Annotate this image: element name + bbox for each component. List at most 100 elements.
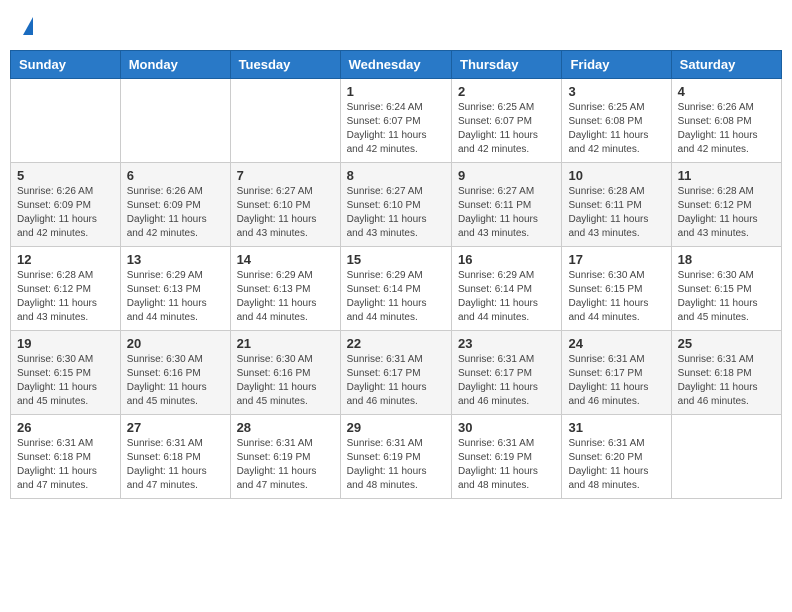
day-number: 19 xyxy=(17,336,114,351)
day-info: Sunrise: 6:30 AM Sunset: 6:15 PM Dayligh… xyxy=(17,353,114,409)
weekday-header-friday: Friday xyxy=(562,51,671,79)
day-info: Sunrise: 6:30 AM Sunset: 6:16 PM Dayligh… xyxy=(127,353,224,409)
day-number: 8 xyxy=(347,168,445,183)
calendar-day-cell: 26Sunrise: 6:31 AM Sunset: 6:18 PM Dayli… xyxy=(11,415,121,499)
calendar-day-cell: 27 Sunrise: 6:31 AM Sunset: 6:18 PM Dayli… xyxy=(120,415,230,499)
day-info: Sunrise: 6:29 AM Sunset: 6:13 PM Dayligh… xyxy=(127,269,224,325)
calendar-day-cell: 8 Sunrise: 6:27 AM Sunset: 6:10 PM Daylig… xyxy=(340,163,451,247)
calendar-day-cell: 23 Sunrise: 6:31 AM Sunset: 6:17 PM Dayli… xyxy=(452,331,562,415)
calendar-day-cell: 30 Sunrise: 6:31 AM Sunset: 6:19 PM Dayli… xyxy=(452,415,562,499)
calendar-day-cell: 2 Sunrise: 6:25 AM Sunset: 6:07 PM Daylig… xyxy=(452,79,562,163)
day-info: Sunrise: 6:31 AM Sunset: 6:19 PM Dayligh… xyxy=(237,437,334,493)
day-info: Sunrise: 6:29 AM Sunset: 6:14 PM Dayligh… xyxy=(347,269,445,325)
weekday-header-saturday: Saturday xyxy=(671,51,781,79)
calendar-day-cell: 14Sunrise: 6:29 AM Sunset: 6:13 PM Dayli… xyxy=(230,247,340,331)
day-info: Sunrise: 6:27 AM Sunset: 6:11 PM Dayligh… xyxy=(458,185,555,241)
calendar-week-row: 12 Sunrise: 6:28 AM Sunset: 6:12 PM Dayli… xyxy=(11,247,782,331)
calendar-day-cell: 7 Sunrise: 6:27 AM Sunset: 6:10 PM Daylig… xyxy=(230,163,340,247)
calendar-day-cell: 24Sunrise: 6:31 AM Sunset: 6:17 PM Dayli… xyxy=(562,331,671,415)
weekday-header-monday: Monday xyxy=(120,51,230,79)
day-info: Sunrise: 6:27 AM Sunset: 6:10 PM Dayligh… xyxy=(347,185,445,241)
calendar-day-cell: 29 Sunrise: 6:31 AM Sunset: 6:19 PM Dayli… xyxy=(340,415,451,499)
day-number: 30 xyxy=(458,420,555,435)
day-number: 2 xyxy=(458,84,555,99)
logo-triangle-icon xyxy=(23,17,33,35)
calendar-day-cell: 4 Sunrise: 6:26 AM Sunset: 6:08 PM Daylig… xyxy=(671,79,781,163)
day-number: 1 xyxy=(347,84,445,99)
day-info: Sunrise: 6:24 AM Sunset: 6:07 PM Dayligh… xyxy=(347,101,445,157)
calendar-week-row: 19 Sunrise: 6:30 AM Sunset: 6:15 PM Dayli… xyxy=(11,331,782,415)
day-info: Sunrise: 6:31 AM Sunset: 6:18 PM Dayligh… xyxy=(678,353,775,409)
day-number: 20 xyxy=(127,336,224,351)
day-number: 21 xyxy=(237,336,334,351)
calendar-day-cell: 31 Sunrise: 6:31 AM Sunset: 6:20 PM Dayli… xyxy=(562,415,671,499)
calendar-day-cell: 20 Sunrise: 6:30 AM Sunset: 6:16 PM Dayli… xyxy=(120,331,230,415)
day-number: 26 xyxy=(17,420,114,435)
day-number: 4 xyxy=(678,84,775,99)
day-info: Sunrise: 6:31 AM Sunset: 6:19 PM Dayligh… xyxy=(347,437,445,493)
day-number: 29 xyxy=(347,420,445,435)
day-info: Sunrise: 6:31 AM Sunset: 6:17 PM Dayligh… xyxy=(458,353,555,409)
calendar-day-cell: 18 Sunrise: 6:30 AM Sunset: 6:15 PM Dayli… xyxy=(671,247,781,331)
day-info: Sunrise: 6:31 AM Sunset: 6:20 PM Dayligh… xyxy=(568,437,664,493)
day-info: Sunrise: 6:31 AM Sunset: 6:19 PM Dayligh… xyxy=(458,437,555,493)
calendar-day-cell: 28Sunrise: 6:31 AM Sunset: 6:19 PM Dayli… xyxy=(230,415,340,499)
calendar-day-cell: 17 Sunrise: 6:30 AM Sunset: 6:15 PM Dayli… xyxy=(562,247,671,331)
weekday-header-sunday: Sunday xyxy=(11,51,121,79)
day-number: 9 xyxy=(458,168,555,183)
calendar-day-cell: 21Sunrise: 6:30 AM Sunset: 6:16 PM Dayli… xyxy=(230,331,340,415)
day-info: Sunrise: 6:25 AM Sunset: 6:07 PM Dayligh… xyxy=(458,101,555,157)
day-info: Sunrise: 6:27 AM Sunset: 6:10 PM Dayligh… xyxy=(237,185,334,241)
day-info: Sunrise: 6:25 AM Sunset: 6:08 PM Dayligh… xyxy=(568,101,664,157)
calendar-week-row: 5 Sunrise: 6:26 AM Sunset: 6:09 PM Daylig… xyxy=(11,163,782,247)
day-number: 25 xyxy=(678,336,775,351)
calendar-day-cell: 11 Sunrise: 6:28 AM Sunset: 6:12 PM Dayli… xyxy=(671,163,781,247)
calendar-day-cell: 25 Sunrise: 6:31 AM Sunset: 6:18 PM Dayli… xyxy=(671,331,781,415)
day-info: Sunrise: 6:30 AM Sunset: 6:15 PM Dayligh… xyxy=(568,269,664,325)
day-number: 3 xyxy=(568,84,664,99)
calendar-day-cell: 10 Sunrise: 6:28 AM Sunset: 6:11 PM Dayli… xyxy=(562,163,671,247)
logo xyxy=(20,15,33,35)
calendar-day-cell: 9 Sunrise: 6:27 AM Sunset: 6:11 PM Daylig… xyxy=(452,163,562,247)
day-number: 7 xyxy=(237,168,334,183)
calendar-week-row: 1 Sunrise: 6:24 AM Sunset: 6:07 PM Daylig… xyxy=(11,79,782,163)
day-number: 17 xyxy=(568,252,664,267)
day-number: 22 xyxy=(347,336,445,351)
calendar-day-cell: 5 Sunrise: 6:26 AM Sunset: 6:09 PM Daylig… xyxy=(11,163,121,247)
day-number: 13 xyxy=(127,252,224,267)
day-info: Sunrise: 6:26 AM Sunset: 6:08 PM Dayligh… xyxy=(678,101,775,157)
day-info: Sunrise: 6:29 AM Sunset: 6:14 PM Dayligh… xyxy=(458,269,555,325)
day-info: Sunrise: 6:30 AM Sunset: 6:15 PM Dayligh… xyxy=(678,269,775,325)
day-info: Sunrise: 6:28 AM Sunset: 6:12 PM Dayligh… xyxy=(678,185,775,241)
day-info: Sunrise: 6:28 AM Sunset: 6:12 PM Dayligh… xyxy=(17,269,114,325)
weekday-header-tuesday: Tuesday xyxy=(230,51,340,79)
day-number: 11 xyxy=(678,168,775,183)
weekday-header-wednesday: Wednesday xyxy=(340,51,451,79)
day-info: Sunrise: 6:31 AM Sunset: 6:17 PM Dayligh… xyxy=(347,353,445,409)
calendar-day-cell: 22 Sunrise: 6:31 AM Sunset: 6:17 PM Dayli… xyxy=(340,331,451,415)
day-info: Sunrise: 6:26 AM Sunset: 6:09 PM Dayligh… xyxy=(17,185,114,241)
day-number: 5 xyxy=(17,168,114,183)
day-number: 10 xyxy=(568,168,664,183)
day-number: 23 xyxy=(458,336,555,351)
calendar-day-cell xyxy=(230,79,340,163)
calendar-table: SundayMondayTuesdayWednesdayThursdayFrid… xyxy=(10,50,782,499)
day-info: Sunrise: 6:31 AM Sunset: 6:17 PM Dayligh… xyxy=(568,353,664,409)
calendar-day-cell: 19 Sunrise: 6:30 AM Sunset: 6:15 PM Dayli… xyxy=(11,331,121,415)
calendar-day-cell: 13 Sunrise: 6:29 AM Sunset: 6:13 PM Dayli… xyxy=(120,247,230,331)
calendar-day-cell xyxy=(120,79,230,163)
calendar-day-cell xyxy=(11,79,121,163)
day-number: 18 xyxy=(678,252,775,267)
day-number: 27 xyxy=(127,420,224,435)
calendar-day-cell: 3 Sunrise: 6:25 AM Sunset: 6:08 PM Daylig… xyxy=(562,79,671,163)
day-number: 31 xyxy=(568,420,664,435)
weekday-header-row: SundayMondayTuesdayWednesdayThursdayFrid… xyxy=(11,51,782,79)
day-info: Sunrise: 6:31 AM Sunset: 6:18 PM Dayligh… xyxy=(127,437,224,493)
day-number: 12 xyxy=(17,252,114,267)
day-info: Sunrise: 6:28 AM Sunset: 6:11 PM Dayligh… xyxy=(568,185,664,241)
day-number: 14 xyxy=(237,252,334,267)
day-number: 16 xyxy=(458,252,555,267)
calendar-day-cell: 15 Sunrise: 6:29 AM Sunset: 6:14 PM Dayli… xyxy=(340,247,451,331)
day-number: 15 xyxy=(347,252,445,267)
page-header xyxy=(10,10,782,40)
